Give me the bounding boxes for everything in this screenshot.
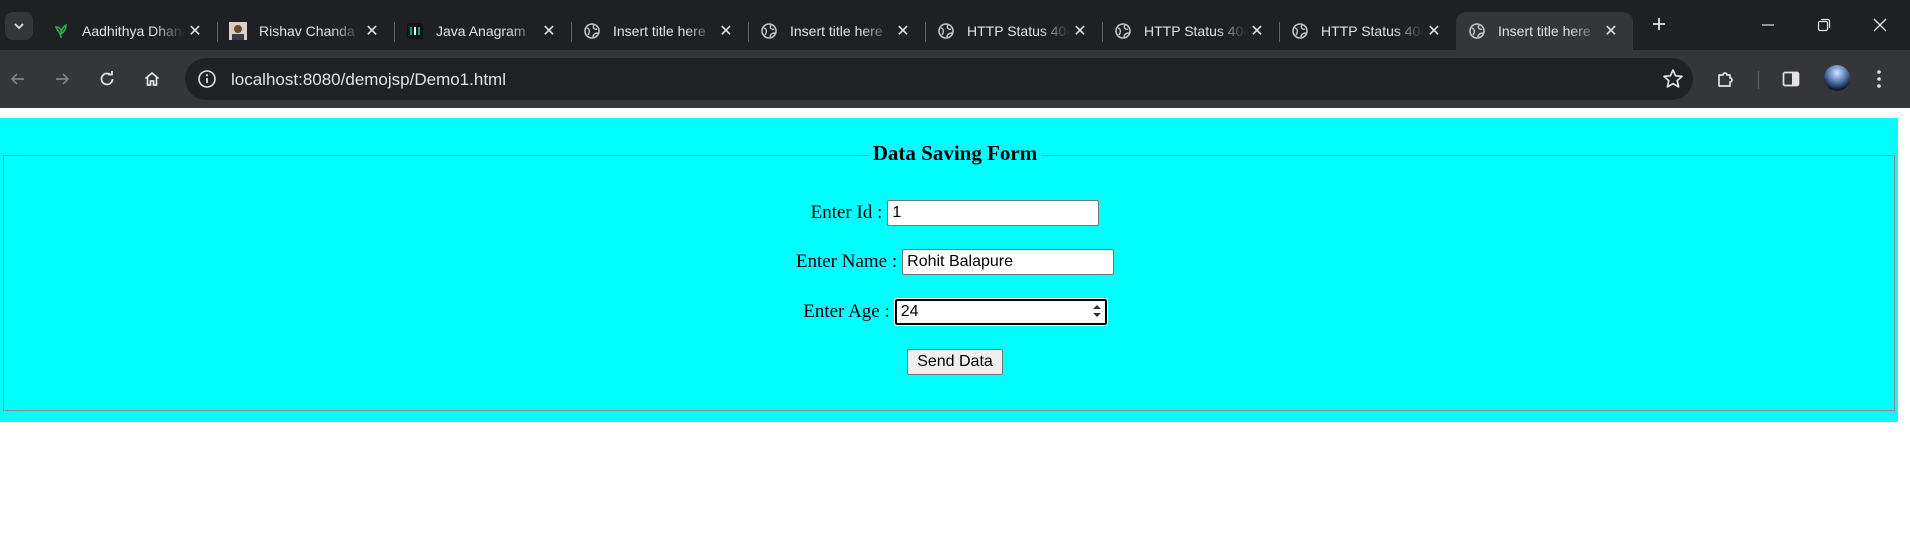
close-icon[interactable]: ✕ [1247, 21, 1267, 41]
tab-title: HTTP Status 404 [967, 23, 1070, 39]
close-icon[interactable]: ✕ [1601, 21, 1621, 41]
back-button[interactable] [2, 63, 34, 95]
tab-separator [748, 22, 749, 42]
close-icon[interactable]: ✕ [185, 21, 205, 41]
name-row: Enter Name : [0, 249, 1910, 275]
hackerrank-icon [406, 22, 424, 40]
site-info-icon[interactable] [197, 69, 217, 89]
tab-title: Rishav Chanda [259, 23, 355, 39]
tab-title: HTTP Status 404 [1144, 23, 1247, 39]
globe-icon [1291, 22, 1309, 40]
menu-button[interactable] [1863, 63, 1895, 95]
tab-separator [394, 22, 395, 42]
tab-separator [925, 22, 926, 42]
globe-icon [1468, 22, 1486, 40]
chevron-down-icon [14, 23, 24, 30]
green-sprout-icon [52, 22, 70, 40]
forward-button[interactable] [46, 63, 78, 95]
tab-separator [1279, 22, 1280, 42]
arrow-right-icon [56, 73, 70, 85]
restore-button[interactable] [1796, 0, 1852, 50]
tab-4[interactable]: Insert title here ✕ [748, 12, 925, 50]
tab-title: Java Anagram [436, 23, 526, 39]
close-icon[interactable]: ✕ [1070, 21, 1090, 41]
toolbar-divider [1758, 71, 1759, 89]
address-bar[interactable]: localhost:8080/demojsp/Demo1.html [185, 58, 1693, 100]
browser-toolbar: localhost:8080/demojsp/Demo1.html [0, 50, 1910, 108]
address-url[interactable]: localhost:8080/demojsp/Demo1.html [231, 70, 506, 90]
profile-photo-icon [229, 22, 247, 40]
tab-3[interactable]: Insert title here ✕ [571, 12, 748, 50]
puzzle-icon [1718, 72, 1733, 87]
restore-icon [1817, 18, 1831, 32]
home-button[interactable] [136, 63, 168, 95]
page-viewport: Data Saving Form Enter Id : Enter Name :… [0, 108, 1910, 546]
tab-title: Insert title here [613, 23, 706, 39]
home-icon [144, 71, 160, 86]
tab-2[interactable]: Java Anagram ✕ [394, 12, 571, 50]
id-row: Enter Id : [0, 200, 1910, 226]
browser-tab-strip: Aadhithya Dhanasekar ✕ Rishav Chanda ✕ J… [0, 0, 1910, 50]
close-icon[interactable]: ✕ [893, 21, 913, 41]
reload-icon [100, 71, 114, 86]
tab-7[interactable]: HTTP Status 404 ✕ [1279, 12, 1456, 50]
close-window-button[interactable] [1852, 0, 1908, 50]
profile-avatar[interactable] [1824, 65, 1850, 91]
bookmark-star-icon[interactable] [1661, 67, 1685, 91]
globe-icon [760, 22, 778, 40]
close-icon[interactable]: ✕ [539, 21, 559, 41]
id-input[interactable] [887, 200, 1100, 226]
tab-title: HTTP Status 404 [1321, 23, 1424, 39]
tab-search-button[interactable] [5, 12, 33, 40]
age-field-wrap [893, 298, 1108, 326]
age-row: Enter Age : [0, 298, 1910, 326]
extensions-button[interactable] [1710, 63, 1742, 95]
arrow-left-icon [10, 73, 24, 85]
side-panel-icon [1782, 71, 1800, 87]
tab-0[interactable]: Aadhithya Dhanasekar ✕ [40, 12, 217, 50]
age-label: Enter Age : [803, 301, 890, 322]
submit-row: Send Data [0, 349, 1910, 375]
tab-title: Aadhithya Dhanasekar [82, 23, 185, 39]
close-icon [1873, 18, 1887, 32]
close-icon[interactable]: ✕ [362, 21, 382, 41]
new-tab-button[interactable] [1641, 6, 1677, 42]
tab-6[interactable]: HTTP Status 404 ✕ [1102, 12, 1279, 50]
tab-separator [217, 22, 218, 42]
globe-icon [1114, 22, 1132, 40]
tab-separator [1102, 22, 1103, 42]
tab-separator [571, 22, 572, 42]
side-panel-button[interactable] [1775, 63, 1807, 95]
tab-5[interactable]: HTTP Status 404 ✕ [925, 12, 1102, 50]
reload-button[interactable] [91, 63, 123, 95]
globe-icon [937, 22, 955, 40]
globe-icon [583, 22, 601, 40]
id-label: Enter Id : [810, 202, 883, 223]
name-input[interactable] [902, 249, 1115, 275]
close-icon[interactable]: ✕ [716, 21, 736, 41]
spinner-arrows-icon[interactable] [1091, 302, 1103, 320]
plus-icon [1653, 18, 1665, 30]
name-label: Enter Name : [795, 251, 898, 272]
minimize-icon [1762, 24, 1774, 26]
close-icon[interactable]: ✕ [1424, 21, 1444, 41]
tab-list: Aadhithya Dhanasekar ✕ Rishav Chanda ✕ J… [40, 6, 1677, 50]
send-data-button[interactable]: Send Data [907, 349, 1003, 375]
minimize-button[interactable] [1740, 0, 1796, 50]
tab-1[interactable]: Rishav Chanda ✕ [217, 12, 394, 50]
age-number-input[interactable] [893, 298, 1108, 326]
tab-8-active[interactable]: Insert title here ✕ [1456, 12, 1633, 50]
tab-title: Insert title here [790, 23, 883, 39]
tab-title: Insert title here [1498, 23, 1591, 39]
kebab-menu-icon [1877, 70, 1881, 88]
